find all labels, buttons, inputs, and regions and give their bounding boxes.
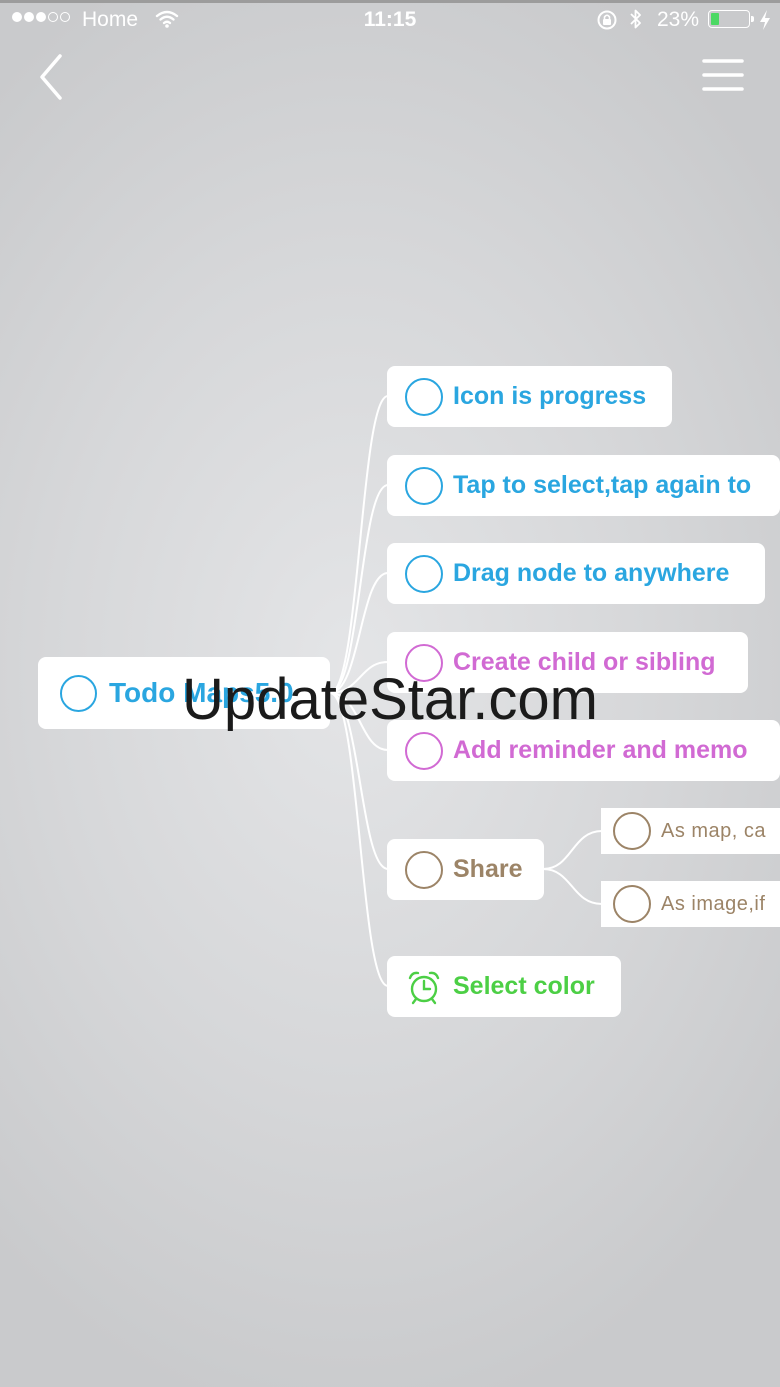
node-as-map[interactable]: As map, ca <box>601 808 780 854</box>
connector-as-map <box>542 830 603 870</box>
node-tap-to-select[interactable]: Tap to select,tap again to <box>387 455 780 516</box>
connector-tap-to-select <box>329 484 389 694</box>
circle-icon <box>60 674 97 712</box>
circle-icon <box>405 731 443 770</box>
circle-icon <box>405 850 443 889</box>
circle-icon <box>405 643 443 682</box>
node-label: Icon is progress <box>453 382 647 410</box>
circle-icon <box>405 377 443 416</box>
node-label: Add reminder and memo <box>453 736 748 764</box>
node-label: Tap to select,tap again to <box>453 471 752 499</box>
node-select-color[interactable]: Select color <box>387 956 621 1017</box>
node-label: Select color <box>453 972 595 1000</box>
node-label: As image,if <box>661 892 766 915</box>
connector-as-image <box>542 868 603 905</box>
node-drag-node[interactable]: Drag node to anywhere <box>387 543 765 604</box>
circle-icon <box>613 812 651 850</box>
alarm-clock-icon <box>405 968 443 1006</box>
node-add-reminder[interactable]: Add reminder and memo <box>387 720 780 781</box>
node-label: Drag node to anywhere <box>453 559 730 587</box>
node-label: Create child or sibling <box>453 648 716 676</box>
node-as-image[interactable]: As image,if <box>601 881 780 927</box>
root-node-label: Todo Maps5.0 <box>109 677 294 708</box>
node-label: Share <box>453 855 523 883</box>
node-share[interactable]: Share <box>387 839 544 900</box>
node-icon-is-progress[interactable]: Icon is progress <box>387 366 672 427</box>
root-node[interactable]: Todo Maps5.0 <box>38 657 330 729</box>
circle-icon <box>613 885 651 923</box>
circle-icon <box>405 554 443 593</box>
connector-icon-is-progress <box>329 395 389 694</box>
node-create-child[interactable]: Create child or sibling <box>387 632 748 693</box>
connector-select-color <box>329 692 389 987</box>
node-label: As map, ca <box>661 819 767 842</box>
circle-icon <box>405 466 443 505</box>
